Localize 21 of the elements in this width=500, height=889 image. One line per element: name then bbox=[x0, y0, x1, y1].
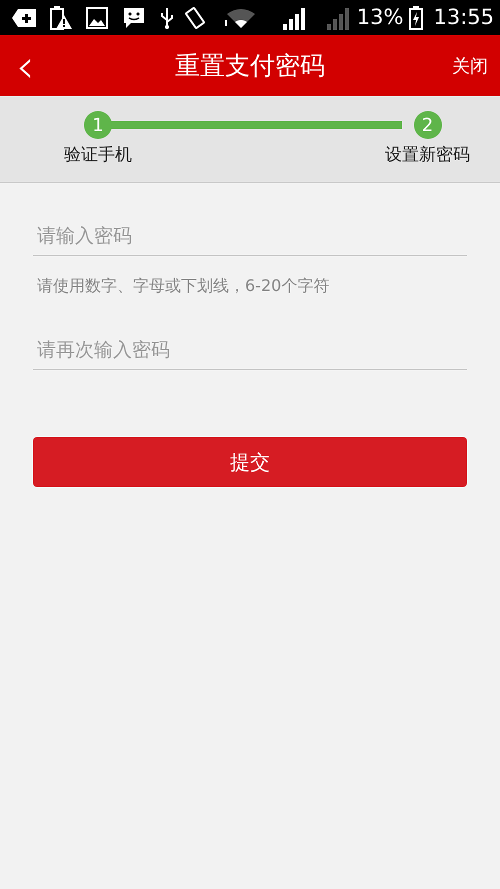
rotate-icon bbox=[182, 6, 207, 30]
notification-icon bbox=[12, 8, 36, 26]
close-button[interactable]: 关闭 bbox=[452, 54, 488, 78]
chat-icon bbox=[122, 6, 146, 28]
step-number: 1 bbox=[84, 111, 112, 139]
confirm-password-field[interactable]: 请再次输入密码 bbox=[33, 335, 467, 370]
image-icon bbox=[86, 6, 108, 28]
battery-percentage: 13% bbox=[356, 7, 404, 28]
step-label: 验证手机 bbox=[64, 144, 132, 166]
clock: 13:55 bbox=[433, 7, 494, 28]
back-button[interactable]: ‹ bbox=[12, 42, 38, 88]
password-hint: 请使用数字、字母或下划线，6-20个字符 bbox=[37, 276, 330, 297]
usb-icon bbox=[160, 6, 174, 28]
submit-button[interactable]: 提交 bbox=[33, 437, 467, 487]
battery-charging-icon bbox=[409, 6, 424, 30]
signal-icon bbox=[324, 6, 351, 30]
password-field[interactable]: 请输入密码 bbox=[33, 221, 467, 256]
battery-warning-icon bbox=[50, 6, 72, 30]
step-label: 设置新密码 bbox=[385, 144, 470, 166]
step-number: 2 bbox=[414, 111, 442, 139]
page-title: 重置支付密码 bbox=[175, 50, 325, 82]
